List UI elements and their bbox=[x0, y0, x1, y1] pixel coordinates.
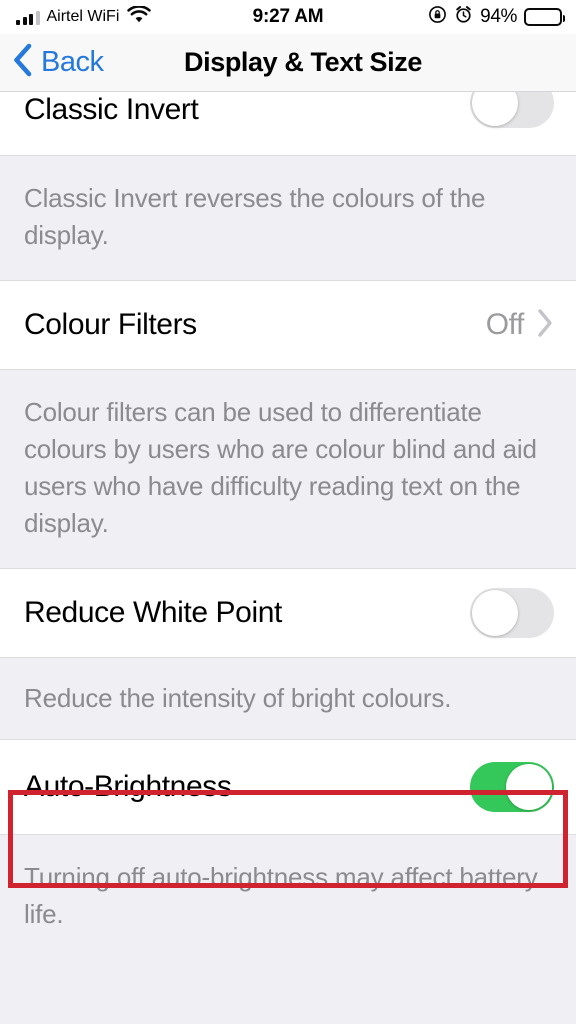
navigation-bar: Back Display & Text Size bbox=[0, 34, 576, 92]
toggle-knob bbox=[506, 764, 552, 810]
footnote-classic-invert: Classic Invert reverses the colours of t… bbox=[0, 156, 576, 280]
setting-control bbox=[470, 92, 554, 128]
battery-icon bbox=[524, 8, 565, 26]
footnote-auto-brightness: Turning off auto-brightness may affect b… bbox=[0, 835, 576, 959]
iphone-screen: Airtel WiFi 9:27 AM 94% Back Display & T… bbox=[0, 0, 576, 1024]
setting-row-reduce-white-point[interactable]: Reduce White Point bbox=[0, 568, 576, 658]
setting-label: Reduce White Point bbox=[24, 596, 282, 629]
status-bar: Airtel WiFi 9:27 AM 94% bbox=[0, 0, 576, 34]
chevron-right-icon bbox=[536, 308, 554, 343]
back-button-label: Back bbox=[41, 46, 104, 78]
signal-bars-icon bbox=[16, 10, 40, 25]
setting-row-classic-invert[interactable]: Classic Invert bbox=[0, 92, 576, 156]
settings-list[interactable]: Classic Invert Classic Invert reverses t… bbox=[0, 92, 576, 1024]
setting-label: Auto-Brightness bbox=[24, 770, 232, 803]
battery-percent-label: 94% bbox=[480, 6, 517, 27]
classic-invert-toggle[interactable] bbox=[470, 92, 554, 128]
toggle-knob bbox=[472, 590, 518, 636]
setting-control: Off bbox=[486, 308, 554, 343]
setting-label: Colour Filters bbox=[24, 308, 197, 341]
reduce-white-point-toggle[interactable] bbox=[470, 588, 554, 638]
carrier-label: Airtel WiFi bbox=[46, 8, 120, 25]
setting-row-colour-filters[interactable]: Colour Filters Off bbox=[0, 280, 576, 370]
colour-filters-value: Off bbox=[485, 308, 525, 341]
back-button[interactable]: Back bbox=[12, 43, 104, 82]
chevron-left-icon bbox=[12, 43, 34, 82]
setting-control bbox=[470, 588, 554, 638]
setting-row-auto-brightness[interactable]: Auto-Brightness bbox=[0, 739, 576, 835]
auto-brightness-toggle[interactable] bbox=[470, 762, 554, 812]
status-bar-left: Airtel WiFi bbox=[16, 4, 152, 29]
footnote-reduce-white-point: Reduce the intensity of bright colours. bbox=[0, 658, 576, 739]
footnote-colour-filters: Colour filters can be used to differenti… bbox=[0, 370, 576, 568]
status-bar-right: 94% bbox=[428, 5, 565, 29]
wifi-icon bbox=[127, 4, 152, 29]
rotation-lock-icon bbox=[428, 5, 447, 29]
setting-label: Classic Invert bbox=[24, 93, 199, 126]
toggle-knob bbox=[472, 92, 518, 126]
setting-control bbox=[470, 762, 554, 812]
alarm-clock-icon bbox=[454, 5, 473, 29]
